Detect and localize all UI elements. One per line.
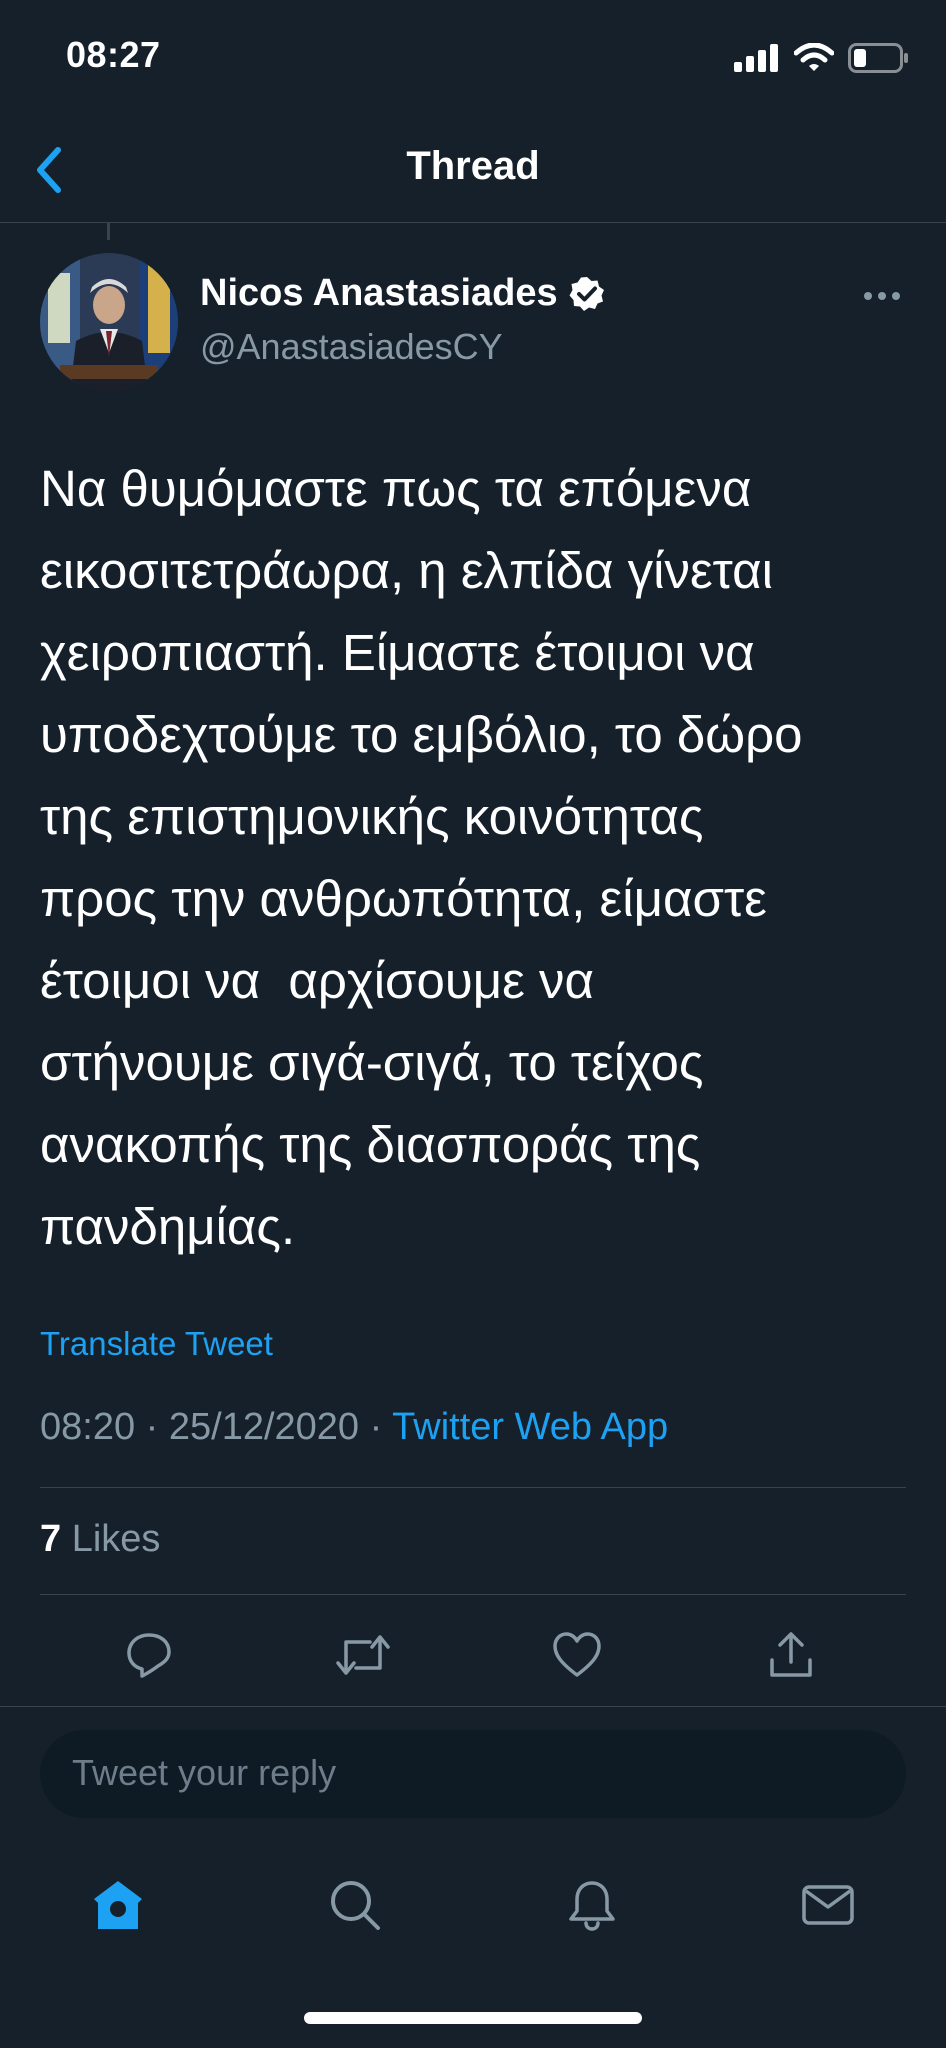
divider <box>40 1487 906 1488</box>
navigation-header: Thread <box>0 120 946 223</box>
divider <box>40 1594 906 1595</box>
tweet-source-link[interactable]: Twitter Web App <box>392 1406 668 1448</box>
meta-separator: · <box>145 1406 159 1448</box>
tab-notifications[interactable] <box>557 1870 627 1940</box>
author-name-row: Nicos Anastasiades <box>200 272 606 315</box>
heart-icon <box>553 1632 601 1677</box>
bell-icon <box>569 1881 615 1931</box>
retweet-button[interactable] <box>328 1620 398 1690</box>
reply-input[interactable]: Tweet your reply <box>40 1730 906 1818</box>
translate-tweet-link[interactable]: Translate Tweet <box>40 1325 273 1363</box>
divider <box>0 1706 946 1707</box>
share-icon <box>770 1632 812 1677</box>
tab-messages[interactable] <box>793 1870 863 1940</box>
mail-icon <box>802 1885 854 1925</box>
tweet-date: 25/12/2020 <box>168 1406 360 1448</box>
battery-icon <box>848 43 908 73</box>
status-icons <box>734 40 910 76</box>
avatar-image <box>40 253 178 391</box>
home-indicator[interactable] <box>304 2012 642 2024</box>
cellular-signal-icon <box>734 44 778 72</box>
like-button[interactable] <box>542 1620 612 1690</box>
tweet-text: Να θυμόμαστε πως τα επόμενα εικοσιτετράω… <box>40 460 803 1255</box>
status-time: 08:27 <box>66 34 161 75</box>
reply-button[interactable] <box>114 1620 184 1690</box>
wifi-icon <box>794 43 834 71</box>
tweet-actions-bar <box>0 1620 946 1690</box>
avatar[interactable] <box>40 253 178 391</box>
author-name[interactable]: Nicos Anastasiades <box>200 272 558 315</box>
reply-placeholder: Tweet your reply <box>72 1752 337 1793</box>
share-button[interactable] <box>756 1620 826 1690</box>
home-icon <box>94 1881 142 1929</box>
likes-label: Likes <box>71 1518 161 1560</box>
tweet-time: 08:20 <box>40 1406 136 1448</box>
search-icon <box>331 1881 380 1930</box>
meta-separator: · <box>369 1406 383 1448</box>
likes-number: 7 <box>40 1518 62 1560</box>
tab-home[interactable] <box>83 1870 153 1940</box>
retweet-icon <box>336 1635 390 1675</box>
thread-connector-line <box>107 222 110 240</box>
tab-search[interactable] <box>320 1870 390 1940</box>
more-horizontal-icon[interactable] <box>862 290 902 302</box>
comment-icon <box>127 1633 171 1678</box>
author-handle[interactable]: @AnastasiadesCY <box>200 326 503 368</box>
verified-badge-icon <box>569 276 604 311</box>
tweet-metadata: 08:20 · 25/12/2020 · Twitter Web App <box>40 1406 668 1449</box>
page-title: Thread <box>406 144 540 188</box>
likes-count-link[interactable]: 7 Likes <box>40 1518 160 1561</box>
